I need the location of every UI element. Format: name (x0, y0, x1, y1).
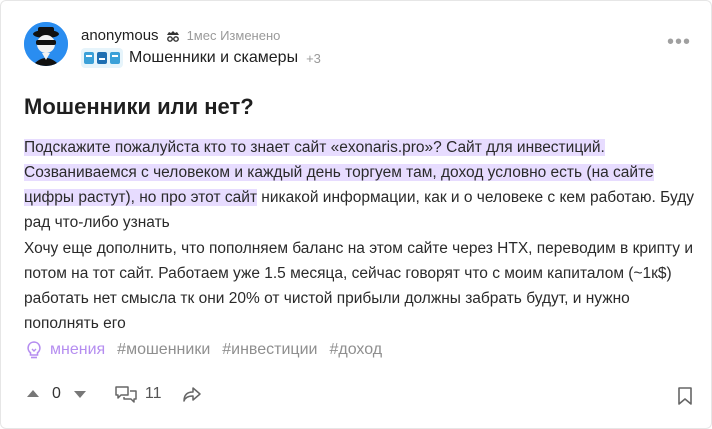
actions-bar: 0 11 (24, 384, 202, 404)
author-row: anonymous 1мес Изменено (81, 27, 280, 44)
vote-count: 0 (52, 385, 61, 402)
comments-icon (115, 386, 137, 403)
tags-row: мнения #мошенники #инвестиции #доход (24, 340, 382, 360)
more-options-icon[interactable]: ••• (667, 32, 691, 52)
post-paragraph-2: Хочу еще дополнить, что пополняем баланс… (24, 240, 694, 332)
tag-item[interactable]: #доход (329, 341, 382, 359)
post-card: anonymous 1мес Изменено Мошенники и скам… (0, 0, 712, 429)
tag-item[interactable]: #мошенники (117, 341, 210, 359)
author-name[interactable]: anonymous (81, 27, 159, 44)
community-row[interactable]: Мошенники и скамеры +3 (81, 48, 321, 68)
extra-communities-count[interactable]: +3 (306, 51, 321, 66)
opinion-tag-label: мнения (50, 341, 106, 358)
community-name[interactable]: Мошенники и скамеры (129, 49, 298, 67)
comments-button[interactable]: 11 (113, 384, 162, 404)
upvote-arrow-icon[interactable] (24, 385, 42, 403)
downvote-arrow-icon[interactable] (71, 385, 89, 403)
post-meta: 1мес Изменено (186, 28, 281, 43)
post-title: Мошенники или нет? (24, 94, 254, 119)
tag-item[interactable]: #инвестиции (222, 341, 317, 359)
author-avatar[interactable] (24, 22, 68, 66)
comments-count: 11 (144, 385, 162, 402)
anonymous-spy-icon (165, 28, 181, 44)
share-icon[interactable] (182, 385, 202, 403)
community-icon (81, 48, 123, 68)
bookmark-icon[interactable] (677, 386, 693, 411)
opinion-tag[interactable]: мнения (24, 340, 105, 360)
post-paragraph-1: Подскажите пожалуйста кто то знает сайт … (24, 135, 704, 235)
lightbulb-icon (27, 341, 41, 359)
